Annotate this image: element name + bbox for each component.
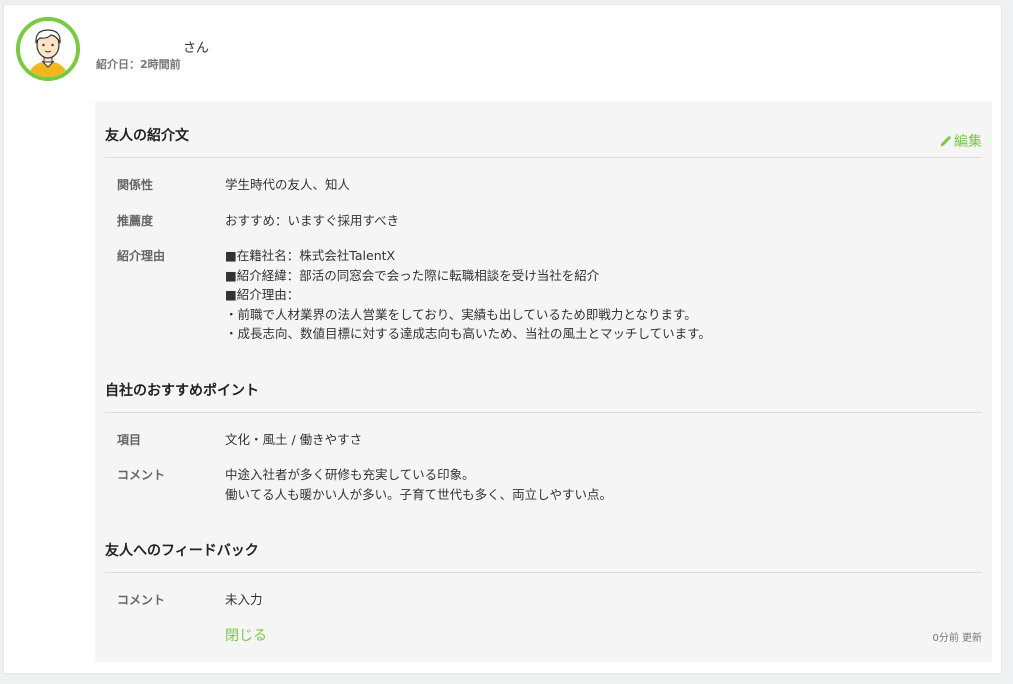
referral-detail-panel: 友人の紹介文 編集 関係性 学生時代の友人、知人 推薦度 おすすめ：いますぐ採用…	[95, 101, 992, 662]
pencil-icon	[940, 135, 952, 146]
updated-timestamp: 0分前 更新	[932, 633, 982, 644]
value-line: ■在籍社名：株式会社TalentX	[225, 248, 396, 263]
person-avatar-icon	[20, 21, 76, 77]
value-line: 中途入社者が多く研修も充実している印象。	[225, 467, 475, 482]
value-line: 働いてる人も暖かい人が多い。子育て世代も多く、両立しやすい点。	[225, 486, 613, 502]
feedback-section-title: 友人へのフィードバック	[105, 543, 259, 559]
recommendation-label: 推薦度	[117, 214, 154, 228]
value-line: ・前職で人材業界の法人営業をしており、実績も出しているため即戦力となります。	[225, 306, 697, 322]
relationship-label: 関係性	[117, 178, 154, 192]
value-line: ■紹介理由：	[225, 287, 300, 302]
divider	[105, 157, 982, 158]
edit-button[interactable]: 編集	[939, 131, 982, 151]
close-button[interactable]: 閉じる	[225, 625, 267, 645]
value-line: ・成長志向、数値目標に対する達成志向も高いため、当社の風土とマッチしています。	[225, 326, 711, 341]
divider	[105, 572, 982, 573]
point-item-label: 項目	[117, 433, 142, 447]
point-comment-value: 中途入社者が多く研修も充実している印象。 働いてる人も暖かい人が多い。子育て世代…	[225, 465, 612, 504]
relationship-value: 学生時代の友人、知人	[225, 175, 350, 195]
value-line: おすすめ：いますぐ採用すべき	[225, 213, 400, 228]
point-comment-label: コメント	[117, 468, 166, 482]
value-line: 未入力	[225, 592, 263, 607]
referral-section-title: 友人の紹介文	[105, 128, 189, 144]
recommendation-value: おすすめ：いますぐ採用すべき	[225, 211, 399, 231]
feedback-comment-value: 未入力	[225, 590, 263, 610]
company-points-section-title: 自社のおすすめポイント	[105, 383, 259, 399]
value-line: 文化・風土 / 働きやすさ	[225, 432, 363, 447]
referral-reason-value: ■在籍社名：株式会社TalentX ■紹介経緯：部活の同窓会で会った際に転職相談…	[225, 246, 711, 344]
value-line: 学生時代の友人、知人	[225, 177, 351, 192]
feedback-comment-label: コメント	[117, 593, 166, 607]
point-item-value: 文化・風土 / 働きやすさ	[225, 430, 362, 450]
referral-card: さん 紹介日：2時間前 友人の紹介文 編集 関係性 学生時代の友人、知人 推薦度…	[3, 4, 1002, 674]
referral-reason-label: 紹介理由	[117, 249, 166, 263]
edit-label: 編集	[954, 134, 982, 150]
avatar	[16, 17, 80, 81]
divider	[105, 412, 982, 413]
user-name-suffix: さん	[183, 41, 210, 56]
value-line: ■紹介経緯：部活の同窓会で会った際に転職相談を受け当社を紹介	[225, 267, 600, 283]
intro-date: 紹介日：2時間前	[96, 58, 181, 71]
